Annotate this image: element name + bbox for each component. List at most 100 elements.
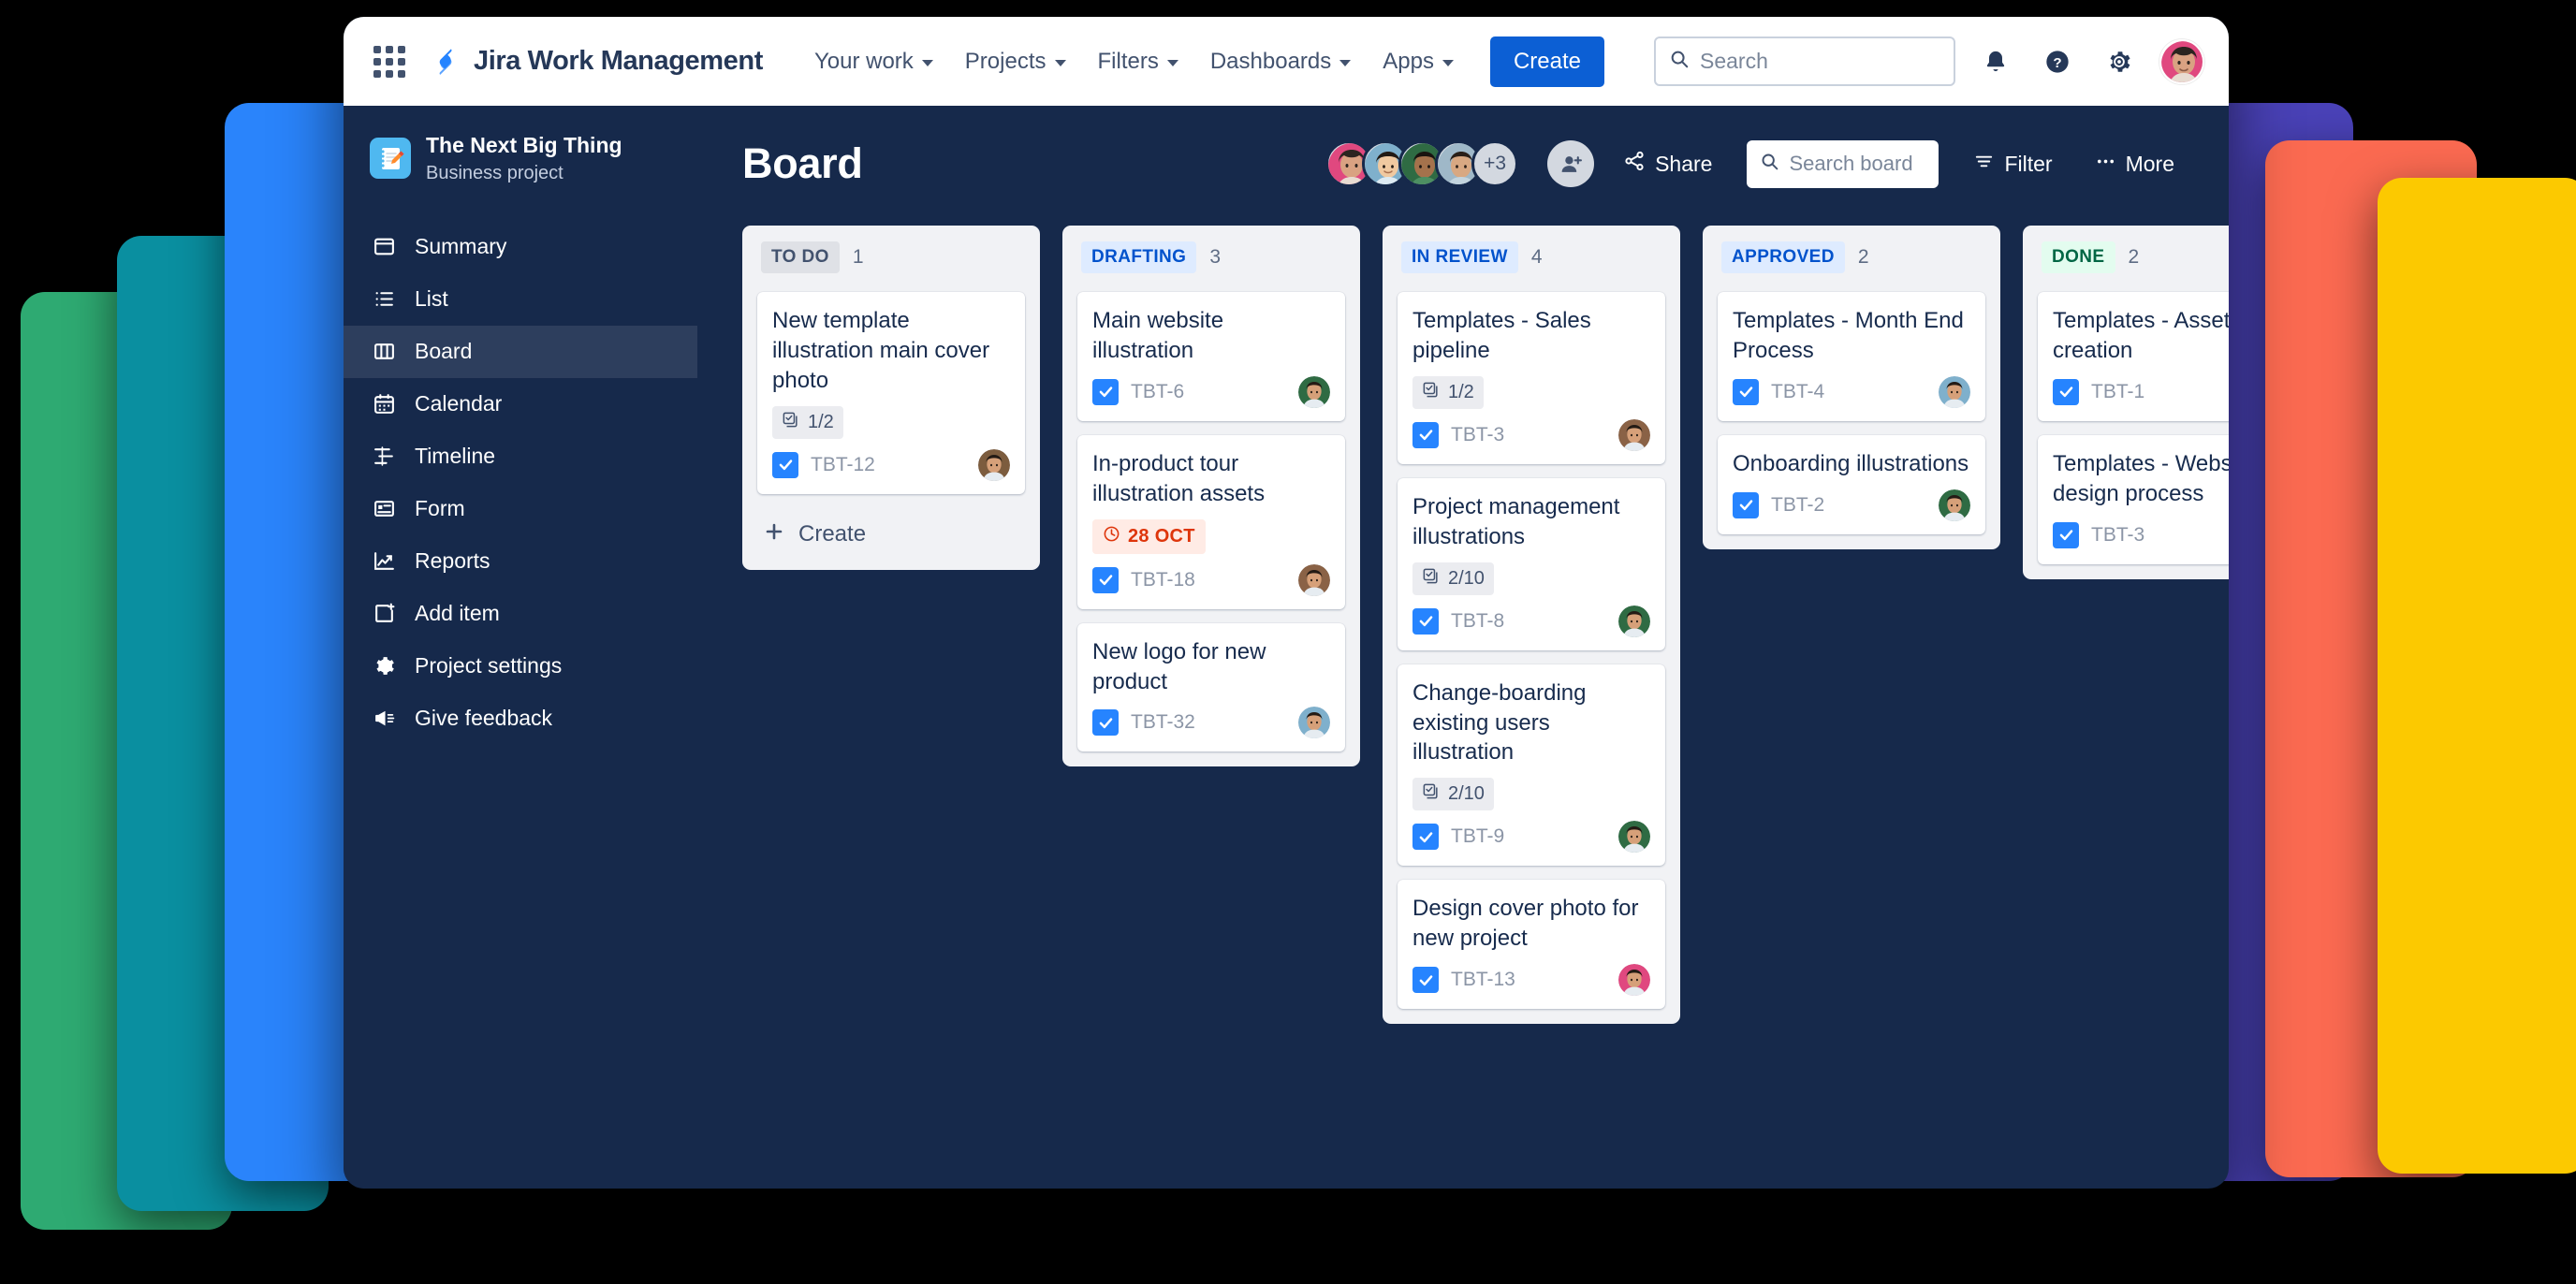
subtask-icon (1422, 782, 1440, 806)
card-meta-row: 2/10 (1412, 778, 1650, 811)
avatar[interactable] (1298, 375, 1330, 408)
sidebar-item-board[interactable]: Board (344, 325, 697, 378)
avatar[interactable] (1298, 563, 1330, 596)
avatar[interactable] (1618, 605, 1650, 637)
task-type-icon (1412, 967, 1439, 994)
nav-label: Your work (813, 48, 914, 74)
sidebar-item-form[interactable]: Form (344, 483, 697, 535)
board-toolbar: +3 Share Search board Filter More (1325, 139, 2188, 188)
chevron-down-icon (1442, 59, 1454, 66)
grid-apps-icon[interactable] (370, 42, 409, 81)
screenshot-stage: Jira Work Management Your work Projects … (0, 0, 2576, 1284)
column-status-badge: IN REVIEW (1401, 241, 1518, 273)
avatar[interactable] (1298, 707, 1330, 739)
avatar[interactable] (1618, 418, 1650, 451)
nav-item-dashboards[interactable]: Dashboards (1194, 39, 1367, 84)
card-title: In-product tour illustration assets (1092, 450, 1266, 506)
sidebar-item-list[interactable]: List (344, 273, 697, 326)
column-card-count: 4 (1530, 246, 1543, 268)
nav-item-filters[interactable]: Filters (1082, 39, 1194, 84)
board-column: TO DO 1 New template illustration main cov… (742, 226, 1040, 570)
avatar[interactable] (978, 448, 1010, 481)
sidebar-label: Board (415, 339, 473, 364)
board-card[interactable]: Change-boarding existing users illustrat… (1398, 664, 1665, 867)
card-footer: TBT-6 (1092, 375, 1330, 408)
search-icon (1760, 152, 1779, 176)
column-header: DRAFTING 3 (1077, 241, 1345, 273)
sidebar-item-calendar[interactable]: Calendar (344, 378, 697, 430)
sidebar-item-timeline[interactable]: Timeline (344, 430, 697, 483)
board-card[interactable]: Templates - Website design process TBT-3 (2038, 434, 2229, 564)
board-card[interactable]: Design cover photo for new project TBT-13 (1398, 880, 1665, 1010)
avatar[interactable] (1939, 489, 1970, 521)
nav-item-apps[interactable]: Apps (1367, 39, 1470, 84)
summary-icon (372, 234, 397, 259)
member-overflow-count[interactable]: +3 (1471, 140, 1519, 187)
card-title: Templates - Month End Process (1733, 308, 1964, 363)
nav-item-projects[interactable]: Projects (949, 39, 1082, 84)
board-card[interactable]: New logo for new product TBT-32 (1077, 622, 1345, 752)
card-footer: TBT-13 (1412, 964, 1650, 997)
help-circle-icon[interactable]: ? (2036, 40, 2079, 83)
board-card[interactable]: Templates - Month End Process TBT-4 (1718, 292, 1985, 421)
megaphone-icon (372, 706, 397, 731)
share-button[interactable]: Share (1610, 140, 1725, 187)
board-card[interactable]: Main website illustration TBT-6 (1077, 292, 1345, 421)
board-card[interactable]: Templates - Asset creation TBT-1 (2038, 292, 2229, 421)
board-card[interactable]: New template illustration main cover pho… (757, 292, 1025, 494)
avatar[interactable] (1618, 964, 1650, 997)
avatar[interactable] (1939, 375, 1970, 408)
add-item-icon (372, 601, 397, 626)
board-card[interactable]: In-product tour illustration assets 28 OC… (1077, 434, 1345, 609)
bell-icon[interactable] (1974, 40, 2017, 83)
card-footer: TBT-8 (1412, 605, 1650, 637)
more-label: More (2125, 151, 2174, 176)
avatar[interactable] (1618, 821, 1650, 854)
create-card-button[interactable]: Create (757, 508, 1025, 555)
filter-button[interactable]: Filter (1960, 141, 2065, 187)
card-title: Main website illustration (1092, 308, 1224, 363)
task-type-icon (1092, 709, 1119, 737)
share-icon (1623, 150, 1646, 178)
jira-home-link[interactable]: Jira Work Management (430, 46, 763, 78)
sidebar-item-project-settings[interactable]: Project settings (344, 640, 697, 693)
column-card-count: 2 (2128, 246, 2140, 268)
task-type-icon (1092, 566, 1119, 593)
search-icon (1669, 49, 1690, 74)
board-card[interactable]: Templates - Sales pipeline 1/2 TBT-3 (1398, 292, 1665, 464)
user-avatar[interactable] (2159, 38, 2204, 84)
nav-item-your-work[interactable]: Your work (798, 39, 949, 84)
subtask-progress-chip: 2/10 (1412, 562, 1494, 595)
gear-icon[interactable] (2098, 40, 2141, 83)
card-footer: TBT-18 (1092, 563, 1330, 596)
svg-text:?: ? (2053, 54, 2061, 70)
primary-nav-links: Your work Projects Filters Dashboards Ap… (798, 39, 1470, 84)
sidebar-item-add-item[interactable]: Add item (344, 588, 697, 640)
project-sidebar: The Next Big Thing Business project Summ… (344, 106, 697, 1189)
subtask-progress-value: 2/10 (1448, 783, 1485, 805)
sidebar-item-give-feedback[interactable]: Give feedback (344, 693, 697, 745)
column-card-count: 1 (852, 246, 864, 268)
global-search-placeholder: Search (1700, 49, 1768, 73)
add-person-icon[interactable] (1547, 140, 1595, 187)
global-search-input[interactable]: Search (1654, 36, 1955, 86)
page-title: Board (742, 139, 863, 187)
board-icon (372, 339, 397, 364)
subtask-icon (1422, 567, 1440, 591)
task-type-icon (1733, 378, 1759, 405)
board-card[interactable]: Project management illustrations 2/10 TBT-… (1398, 477, 1665, 650)
more-button[interactable]: More (2082, 141, 2188, 187)
board-card[interactable]: Onboarding illustrations TBT-2 (1718, 434, 1985, 534)
card-title: Design cover photo for new project (1412, 896, 1639, 952)
calendar-icon (372, 391, 397, 416)
project-header[interactable]: The Next Big Thing Business project (344, 132, 697, 185)
create-button[interactable]: Create (1489, 36, 1605, 87)
issue-key: TBT-3 (1451, 423, 1505, 445)
sidebar-item-summary[interactable]: Summary (344, 221, 697, 273)
sidebar-label: Give feedback (415, 706, 553, 731)
sidebar-item-reports[interactable]: Reports (344, 535, 697, 588)
nav-label: Filters (1097, 48, 1159, 74)
board-search-input[interactable]: Search board (1747, 139, 1939, 188)
card-footer: TBT-12 (772, 448, 1010, 481)
share-label: Share (1655, 151, 1713, 176)
